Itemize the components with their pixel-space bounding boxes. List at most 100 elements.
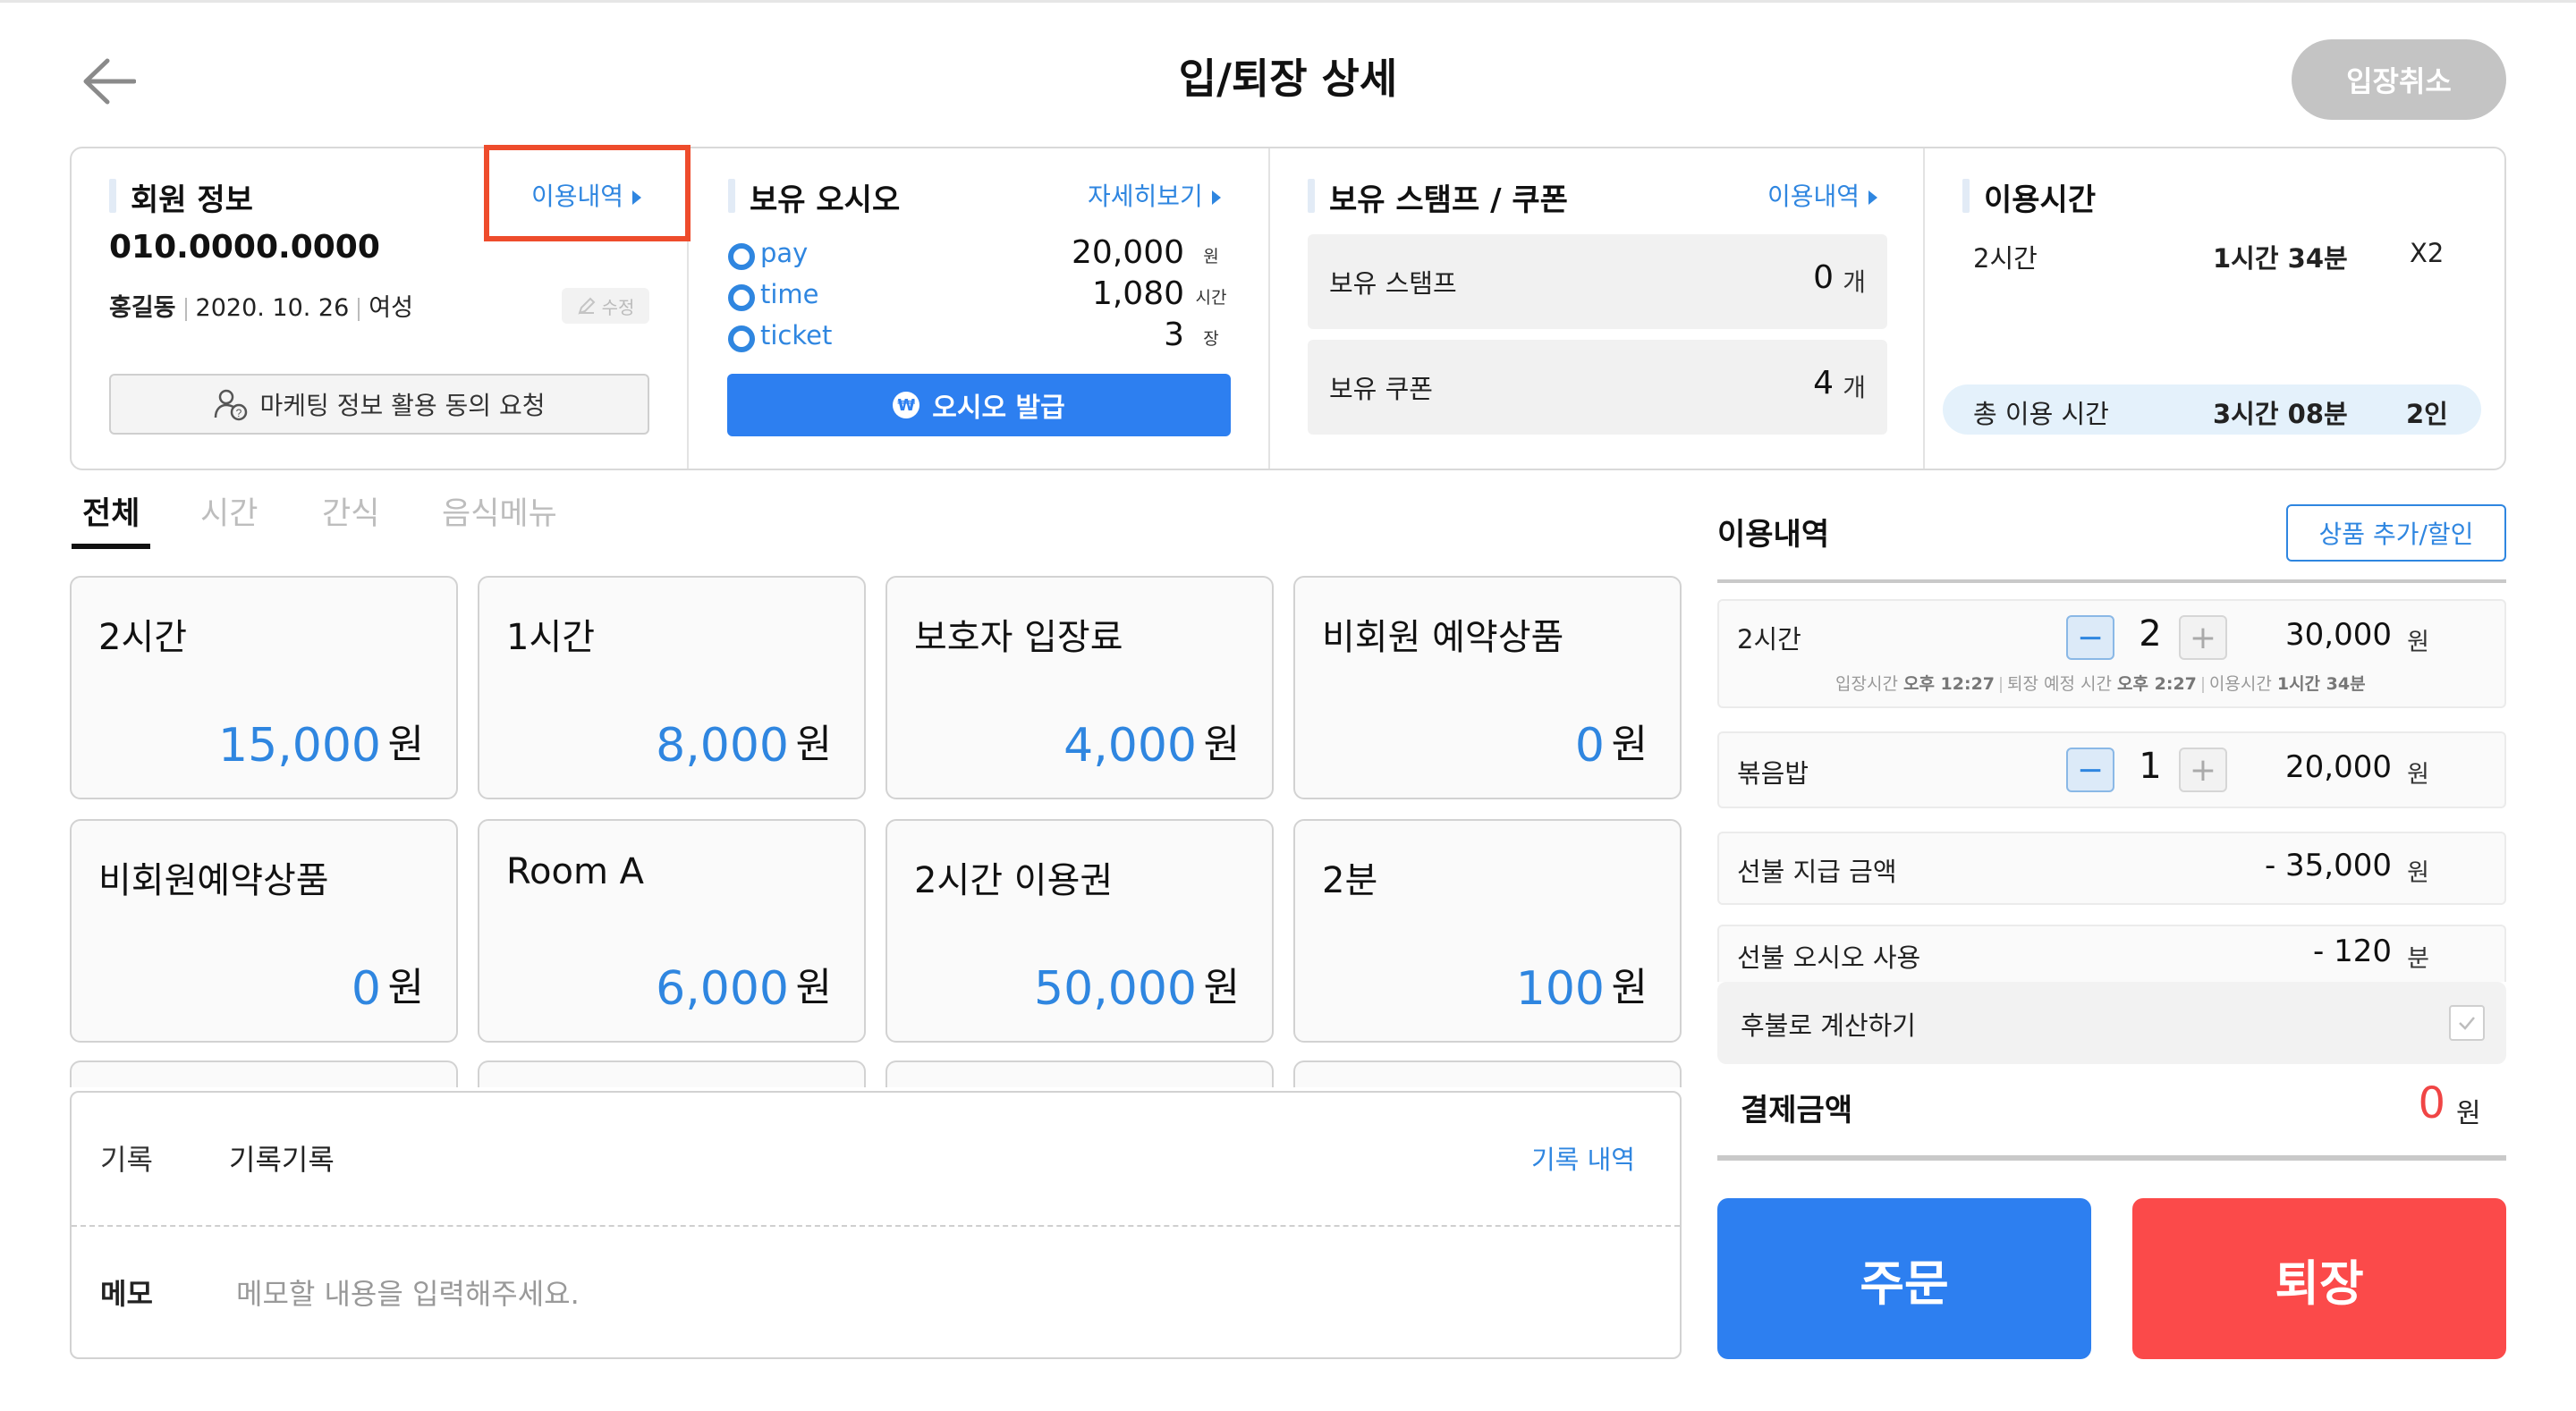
- product-card[interactable]: 비회원 예약상품 원 0: [1293, 576, 1682, 799]
- total-usage-label: 총 이용 시간: [1973, 399, 2109, 429]
- wallet-unit: 장: [1203, 329, 1219, 349]
- issue-osio-button[interactable]: ₩ 오시오 발급: [727, 374, 1231, 436]
- divider: [1268, 148, 1270, 469]
- wallet-value: 20,000: [1072, 234, 1184, 271]
- wallet-section-title: 보유 오시오: [728, 175, 900, 219]
- prepaid-osio-value: - 120: [2313, 934, 2392, 969]
- product-card-partial[interactable]: [886, 1060, 1274, 1087]
- cancel-entry-button[interactable]: 입장취소: [2292, 39, 2506, 120]
- prepaid-unit: 원: [2407, 859, 2429, 887]
- separator: [2000, 676, 2003, 693]
- currency-unit: 원: [387, 722, 424, 767]
- product-name: 비회원예약상품: [98, 860, 329, 901]
- top-border: [0, 0, 2576, 3]
- order-item-quantity: 2: [2139, 613, 2162, 655]
- decrease-quantity-button[interactable]: −: [2066, 615, 2114, 660]
- edit-label: 수정: [601, 296, 635, 318]
- wallet-unit: 원: [1203, 247, 1219, 266]
- memo-input[interactable]: 메모할 내용을 입력해주세요.: [236, 1272, 580, 1313]
- currency-unit: 원: [1611, 965, 1648, 1010]
- tab-all[interactable]: 전체: [82, 488, 140, 534]
- add-product-discount-button[interactable]: 상품 추가/할인: [2286, 504, 2506, 562]
- active-tab-indicator: [72, 544, 150, 549]
- order-button[interactable]: 주문: [1717, 1198, 2091, 1359]
- exit-time-label: 퇴장 예정 시간: [2007, 674, 2112, 694]
- currency-unit: 원: [795, 965, 832, 1010]
- product-price: 15,000: [218, 719, 381, 773]
- product-card[interactable]: 보호자 입장료 원 4,000: [886, 576, 1274, 799]
- product-card-partial[interactable]: [1293, 1060, 1682, 1087]
- usage-multiplier: X2: [2410, 238, 2445, 268]
- stamp-value: 0: [1813, 259, 1834, 296]
- tab-food-menu[interactable]: 음식메뉴: [442, 488, 557, 534]
- product-card[interactable]: 비회원예약상품 원 0: [70, 819, 458, 1043]
- wallet-label: pay: [760, 238, 809, 268]
- total-usage-people: 2인: [2406, 399, 2448, 429]
- product-card[interactable]: 2분 원 100: [1293, 819, 1682, 1043]
- triangle-right-icon: [1868, 190, 1878, 205]
- product-name: 2시간 이용권: [914, 860, 1114, 901]
- member-phone: 010.0000.0000: [109, 229, 380, 266]
- pay-later-checkbox[interactable]: [2449, 1005, 2485, 1041]
- stamp-unit: 개: [1843, 267, 1866, 297]
- member-gender: 여성: [369, 294, 413, 322]
- product-card[interactable]: Room A 원 6,000: [478, 819, 866, 1043]
- wallet-row-pay: pay 20,000 원: [728, 234, 1229, 275]
- product-card-partial[interactable]: [478, 1060, 866, 1087]
- decrease-quantity-button[interactable]: −: [2066, 748, 2114, 792]
- circle-icon: [728, 325, 755, 352]
- record-history-link[interactable]: 기록 내역: [1531, 1139, 1635, 1177]
- product-card-partial[interactable]: [70, 1060, 458, 1087]
- coupon-label: 보유 쿠폰: [1329, 374, 1433, 404]
- entry-time-label: 입장시간: [1835, 674, 1898, 694]
- usage-time: 1시간 34분: [2213, 243, 2348, 274]
- coupon-unit: 개: [1843, 373, 1866, 402]
- total-amount-unit: 원: [2456, 1098, 2481, 1129]
- order-item-unit: 원: [2407, 761, 2429, 789]
- product-name: 비회원 예약상품: [1322, 617, 1564, 658]
- prepaid-amount-row: 선불 지급 금액 - 35,000 원: [1717, 832, 2506, 905]
- member-section-title: 회원 정보: [109, 175, 253, 219]
- total-amount-label: 결제금액: [1741, 1093, 1853, 1128]
- product-card[interactable]: 2시간 이용권 원 50,000: [886, 819, 1274, 1043]
- product-name: 2분: [1322, 860, 1378, 901]
- increase-quantity-button[interactable]: +: [2179, 748, 2227, 792]
- wallet-detail-label: 자세히보기: [1088, 182, 1203, 211]
- prepaid-value: - 35,000: [2264, 848, 2392, 883]
- wallet-value: 3: [1164, 317, 1184, 353]
- divider: [1923, 148, 1925, 469]
- wallet-detail-link[interactable]: 자세히보기: [1088, 177, 1221, 213]
- product-price: 50,000: [1034, 962, 1197, 1016]
- record-value: 기록기록: [229, 1143, 335, 1177]
- tab-time[interactable]: 시간: [200, 488, 258, 534]
- separator: [358, 297, 360, 321]
- total-usage-pill: 총 이용 시간 3시간 08분 2인: [1943, 384, 2481, 435]
- wallet-label: time: [760, 279, 819, 309]
- order-item-quantity: 1: [2139, 746, 2162, 787]
- order-item: 2시간 − 2 + 30,000 원 입장시간 오후 12:27 퇴장 예정 시간…: [1717, 599, 2506, 708]
- person-question-icon: ?: [214, 389, 247, 421]
- product-card[interactable]: 1시간 원 8,000: [478, 576, 866, 799]
- product-price: 8,000: [656, 719, 789, 773]
- divider: [1717, 579, 2506, 583]
- circle-icon: [728, 284, 755, 311]
- memo-label: 메모: [100, 1277, 153, 1311]
- product-card[interactable]: 2시간 원 15,000: [70, 576, 458, 799]
- product-name: 1시간: [506, 617, 596, 658]
- order-item: 볶음밥 − 1 + 20,000 원: [1717, 731, 2506, 808]
- use-time: 1시간 34분: [2276, 674, 2366, 694]
- marketing-consent-button[interactable]: ? 마케팅 정보 활용 동의 요청: [109, 374, 649, 435]
- prepaid-label: 선불 지급 금액: [1737, 857, 1897, 887]
- checkout-button[interactable]: 퇴장: [2132, 1198, 2506, 1359]
- product-name: 보호자 입장료: [914, 617, 1123, 658]
- triangle-right-icon: [1211, 190, 1221, 205]
- product-name: Room A: [506, 851, 644, 892]
- order-item-amount: 20,000: [2285, 749, 2392, 785]
- circle-icon: [728, 243, 755, 270]
- issue-label: 오시오 발급: [932, 393, 1065, 424]
- tab-snack[interactable]: 간식: [322, 488, 379, 534]
- increase-quantity-button[interactable]: +: [2179, 615, 2227, 660]
- pay-later-toggle[interactable]: 후불로 계산하기: [1717, 982, 2506, 1064]
- stamps-history-link[interactable]: 이용내역: [1767, 177, 1878, 213]
- edit-member-button[interactable]: 수정: [562, 288, 649, 324]
